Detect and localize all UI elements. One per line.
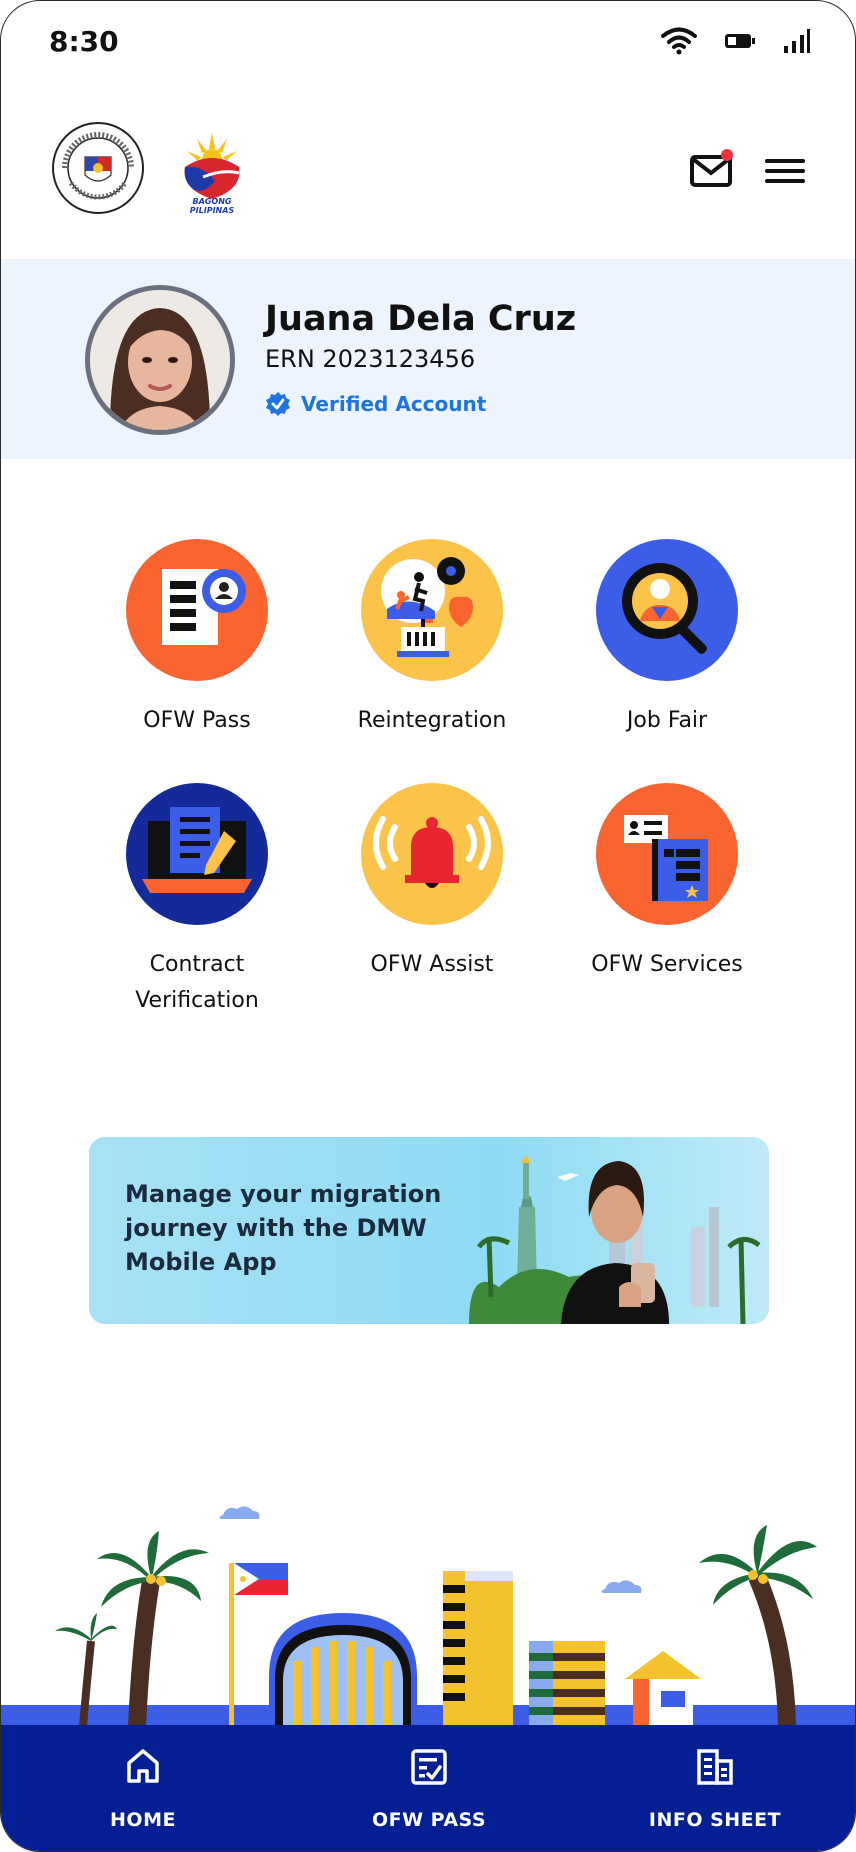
avatar[interactable]	[85, 285, 235, 435]
reintegration-label: Reintegration	[357, 708, 507, 733]
status-time: 8:30	[49, 25, 119, 58]
ofw-pass-label: OFW Pass	[143, 708, 251, 733]
nav-ofw-pass[interactable]: OFW PASS	[319, 1725, 539, 1851]
ofw-assist-label: OFW Assist	[370, 952, 494, 977]
mail-icon	[690, 149, 733, 187]
contract-verification-label: Contract Verification	[135, 952, 259, 1013]
ofw-assist-icon	[361, 783, 503, 925]
wifi-icon	[661, 27, 697, 55]
job-fair-tile[interactable]: Job Fair	[557, 539, 777, 739]
ofw-services-tile[interactable]: OFW Services	[557, 783, 777, 983]
ofw-assist-tile[interactable]: OFW Assist	[322, 783, 542, 983]
profile-name: Juana Dela Cruz	[265, 299, 577, 339]
app-header: BAGONG PILIPINAS	[1, 111, 855, 261]
home-icon	[127, 1749, 159, 1783]
mail-button[interactable]	[689, 147, 735, 193]
reintegration-tile[interactable]: Reintegration	[322, 539, 542, 739]
ofw-services-label: OFW Services	[591, 952, 743, 977]
banner-text: Manage your migration journey with the D…	[125, 1180, 442, 1276]
phone-screen: 8:30 BAGONG PILIPINAS Juana Dela Cruz ER…	[0, 0, 856, 1852]
nav-ofw-pass-label: OFW PASS	[371, 1809, 487, 1831]
ofw-services-icon	[596, 783, 738, 925]
contract-verification-icon	[126, 783, 268, 925]
landscape-illustration	[1, 1506, 855, 1726]
status-bar: 8:30	[1, 1, 855, 91]
ofw-pass-tile[interactable]: OFW Pass	[87, 539, 307, 739]
promo-banner[interactable]: Manage your migration journey with the D…	[89, 1137, 769, 1324]
job-fair-label: Job Fair	[626, 708, 708, 733]
job-fair-icon	[596, 539, 738, 681]
banner-illustration	[469, 1155, 761, 1324]
verified-badge: Verified Account	[265, 391, 486, 417]
building-icon	[697, 1749, 733, 1785]
nav-home[interactable]: HOME	[33, 1725, 253, 1851]
checklist-icon	[411, 1749, 447, 1785]
bagong-pilipinas-text: BAGONG PILIPINAS	[189, 197, 235, 215]
menu-button[interactable]	[763, 151, 807, 191]
hamburger-menu-icon	[765, 159, 805, 183]
nav-home-label: HOME	[110, 1809, 176, 1831]
reintegration-icon	[361, 539, 503, 681]
signal-icon	[784, 29, 810, 53]
bagong-pilipinas-logo: BAGONG PILIPINAS	[173, 129, 251, 215]
verified-label: Verified Account	[301, 392, 487, 416]
status-icons	[661, 27, 811, 55]
nav-info-sheet[interactable]: INFO SHEET	[605, 1725, 825, 1851]
contract-verification-tile[interactable]: Contract Verification	[87, 783, 307, 1019]
battery-icon	[725, 34, 755, 48]
bottom-nav: HOME OFW PASS INFO SHEET	[1, 1725, 855, 1851]
profile-ern: ERN 2023123456	[265, 345, 476, 373]
dmw-seal-icon	[51, 121, 145, 215]
ofw-pass-icon	[126, 539, 268, 681]
verified-check-icon	[266, 392, 290, 416]
nav-info-sheet-label: INFO SHEET	[648, 1809, 782, 1831]
profile-card: Juana Dela Cruz ERN 2023123456 Verified …	[1, 259, 855, 459]
